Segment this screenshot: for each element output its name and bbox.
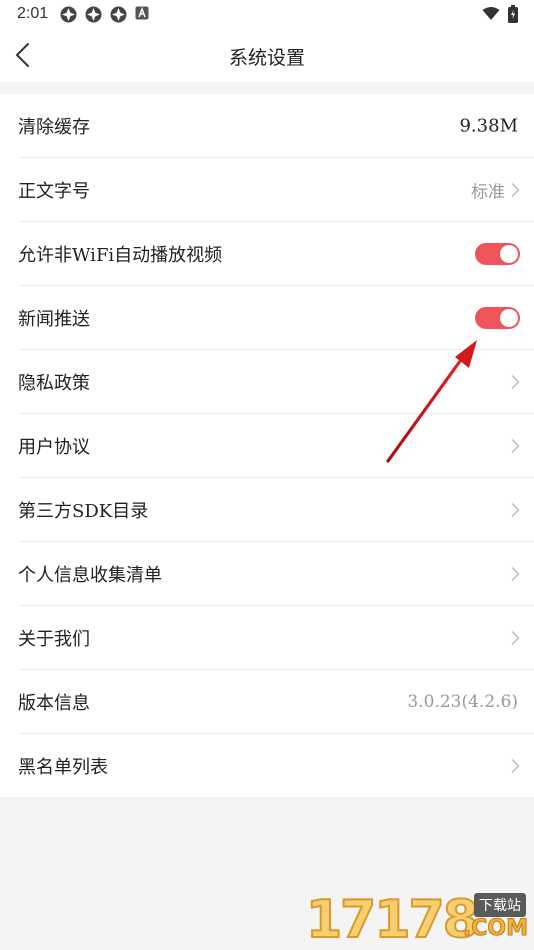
setting-privacy[interactable]: 隐私政策	[18, 350, 534, 414]
chevron-right-icon	[511, 374, 520, 389]
setting-label: 新闻推送	[18, 308, 90, 330]
setting-label: 允许非WiFi自动播放视频	[18, 244, 223, 266]
setting-agreement[interactable]: 用户协议	[18, 414, 534, 478]
setting-font-size[interactable]: 正文字号 标准	[18, 158, 534, 222]
wifi-icon	[482, 7, 500, 20]
setting-label: 黑名单列表	[18, 756, 108, 778]
status-time: 2:01	[17, 5, 49, 22]
setting-label: 清除缓存	[18, 116, 90, 138]
app-header: 系统设置	[0, 28, 534, 82]
chevron-right-icon	[511, 758, 520, 773]
chevron-right-icon	[511, 630, 520, 645]
news-push-toggle[interactable]	[475, 306, 520, 329]
cache-size-value: 9.38M	[459, 115, 518, 136]
setting-autoplay: 允许非WiFi自动播放视频	[18, 222, 534, 286]
app-icon	[85, 6, 102, 23]
a-icon	[135, 6, 149, 20]
watermark-logo: 17178 下载站 .COM	[304, 890, 534, 950]
app-icon	[110, 6, 127, 23]
watermark-number: 17178	[305, 890, 480, 950]
setting-label: 关于我们	[18, 628, 90, 650]
font-size-value: 标准	[471, 182, 505, 202]
setting-label: 第三方SDK目录	[18, 500, 149, 522]
setting-clear-cache[interactable]: 清除缓存 9.38M	[18, 94, 534, 158]
watermark-suffix: .COM	[462, 916, 528, 942]
setting-blacklist[interactable]: 黑名单列表	[18, 734, 534, 797]
setting-label: 个人信息收集清单	[18, 564, 162, 586]
setting-label: 正文字号	[18, 180, 90, 202]
setting-about[interactable]: 关于我们	[18, 606, 534, 670]
setting-news-push: 新闻推送	[18, 286, 534, 350]
status-bar: 2:01	[0, 0, 534, 28]
watermark-tag: 下载站	[474, 893, 526, 917]
setting-info-list[interactable]: 个人信息收集清单	[18, 542, 534, 606]
setting-label: 用户协议	[18, 436, 90, 458]
setting-label: 隐私政策	[18, 372, 90, 394]
setting-version: 版本信息 3.0.23(4.2.6)	[18, 670, 534, 734]
notification-icons	[60, 6, 149, 23]
chevron-right-icon	[511, 438, 520, 453]
setting-label: 版本信息	[18, 692, 90, 714]
status-right-icons	[482, 5, 518, 23]
chevron-right-icon	[511, 566, 520, 581]
settings-list: 清除缓存 9.38M 正文字号 标准 允许非WiFi自动播放视频 新闻推送 隐私…	[0, 94, 534, 797]
page-title: 系统设置	[228, 47, 305, 69]
app-icon	[60, 6, 77, 23]
chevron-right-icon	[511, 502, 520, 517]
setting-sdk-list[interactable]: 第三方SDK目录	[18, 478, 534, 542]
section-divider	[0, 82, 534, 94]
chevron-right-icon	[511, 182, 520, 197]
version-value: 3.0.23(4.2.6)	[407, 691, 518, 712]
battery-icon	[508, 5, 518, 23]
autoplay-toggle[interactable]	[475, 242, 520, 265]
toggle-knob	[500, 308, 518, 327]
toggle-knob	[500, 244, 518, 263]
